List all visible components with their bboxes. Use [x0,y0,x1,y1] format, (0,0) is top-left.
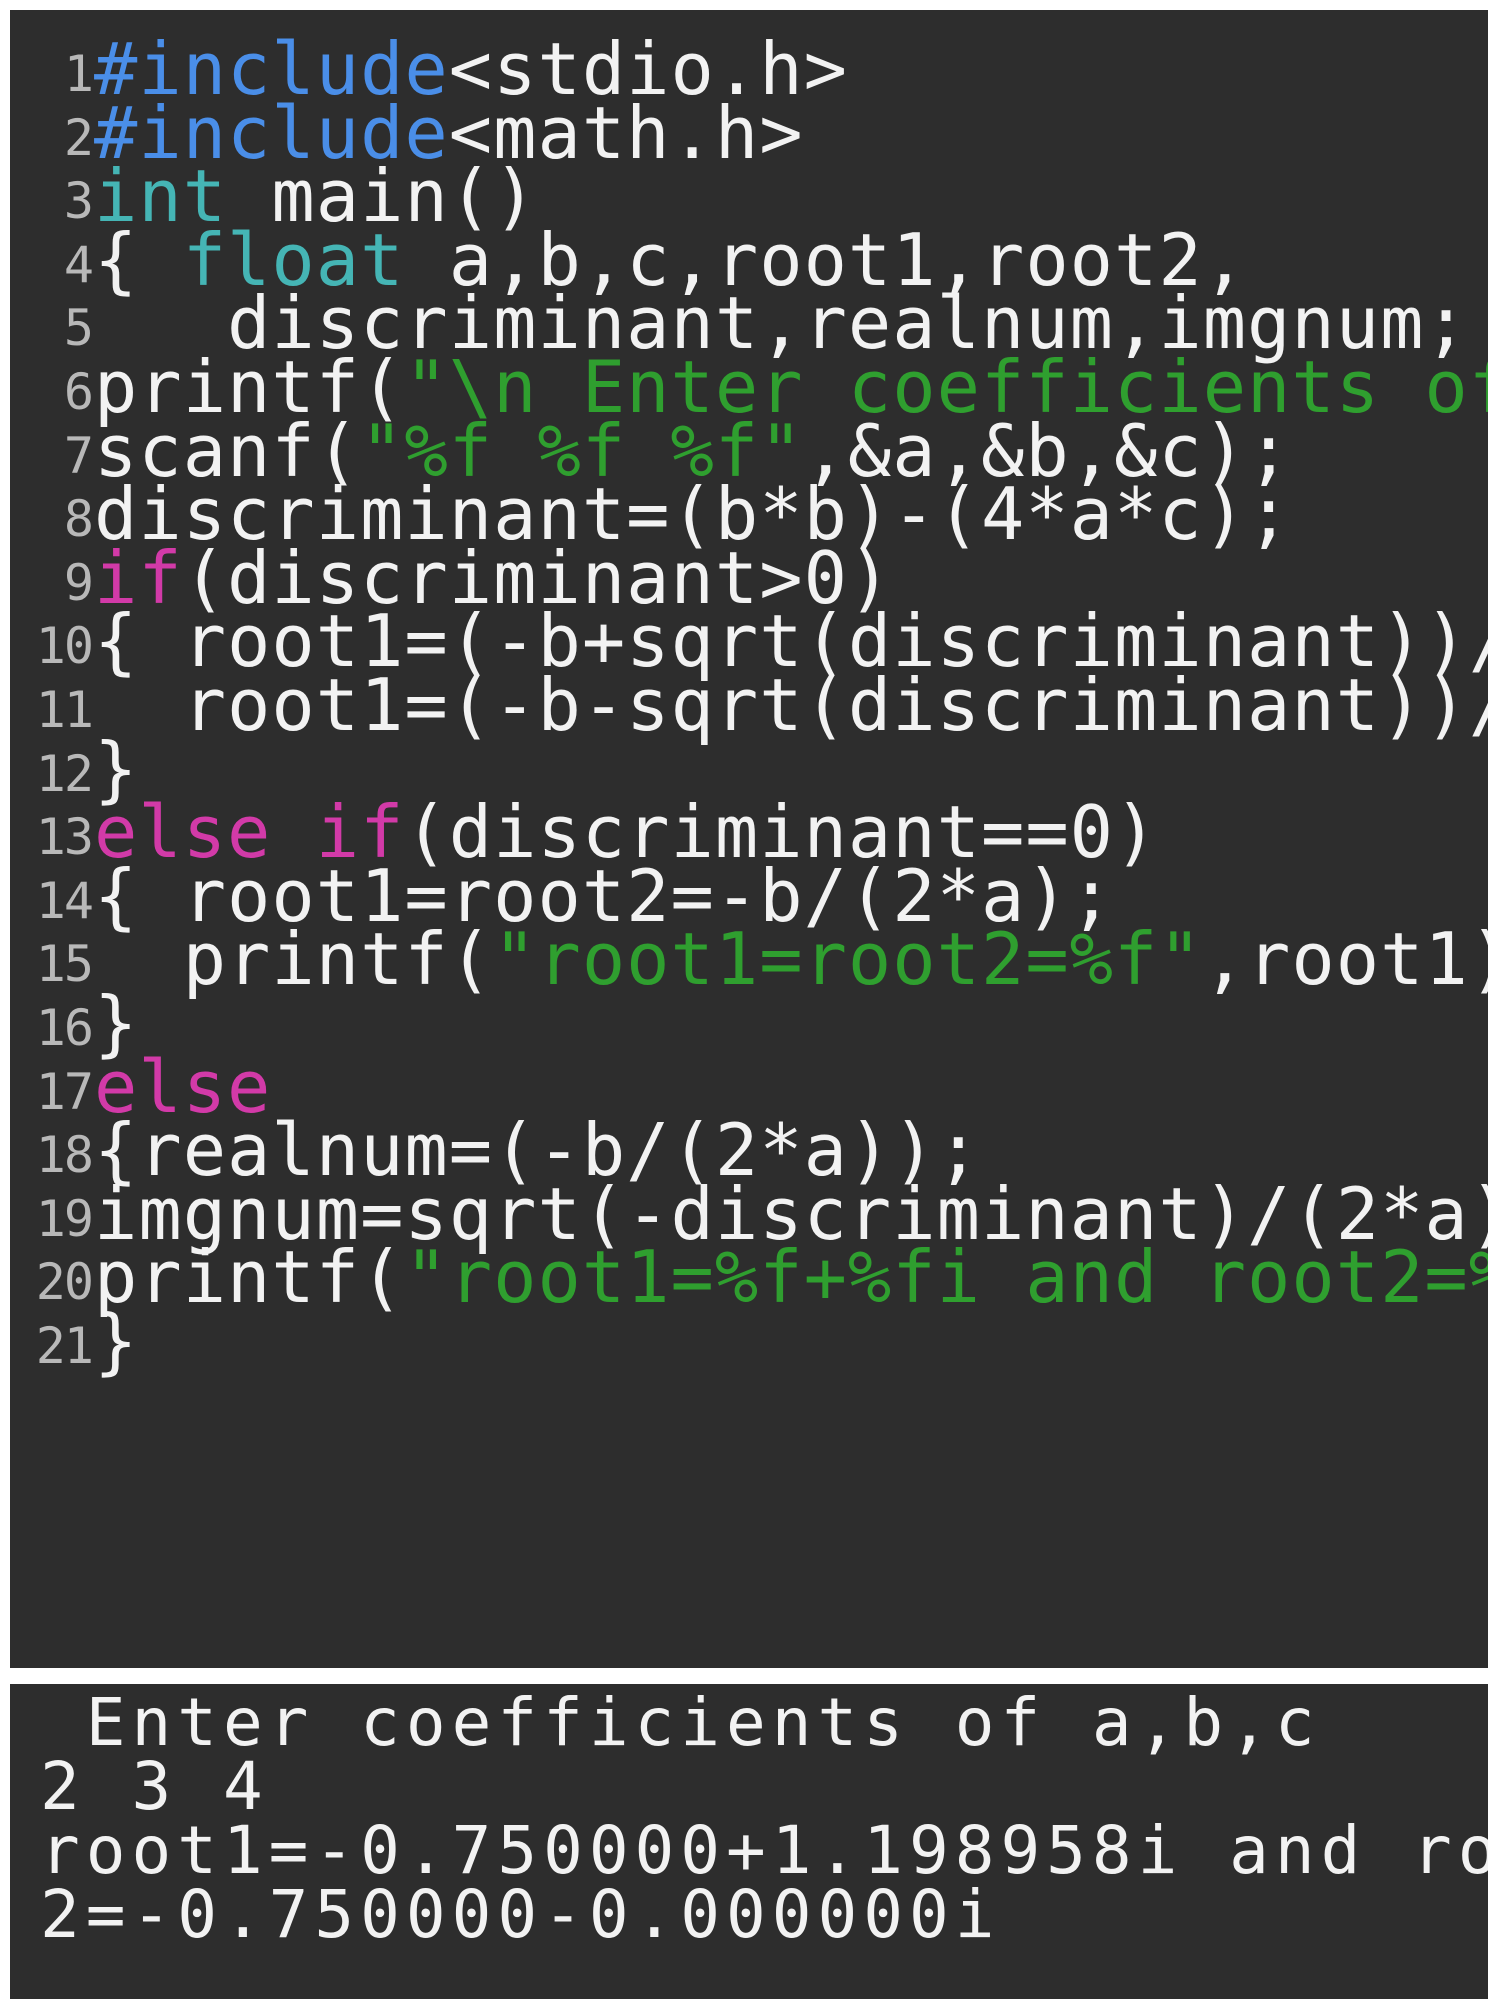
console-line: 2=-0.750000-0.000000i [40,1876,1001,1953]
code-editor[interactable]: 1 #include<stdio.h> 2 #include<math.h> 3 int … [10,10,1488,1668]
line-number: 21 [35,1317,94,1375]
output-console: Enter coefficients of a,b,c 2 3 4 root1=-0… [10,1684,1488,1999]
code-text: } [94,1305,138,1377]
code-token-text: } [94,1299,139,1383]
code-line[interactable]: 21} [10,1300,1488,1382]
